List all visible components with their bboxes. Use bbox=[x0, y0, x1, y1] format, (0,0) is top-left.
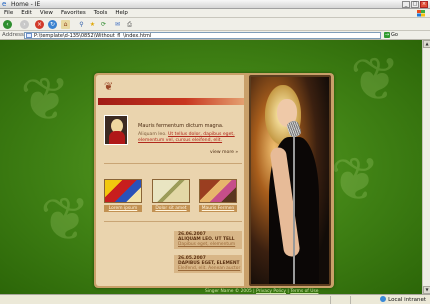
window-title: Home - IE bbox=[11, 1, 41, 8]
nav-bar bbox=[98, 98, 244, 105]
menu-bar: File Edit View Favorites Tools Help bbox=[0, 9, 430, 18]
mail-icon[interactable]: ✉ bbox=[113, 20, 122, 29]
menu-help[interactable]: Help bbox=[111, 9, 132, 16]
window-controls: _ □ × bbox=[402, 1, 428, 8]
favorites-icon[interactable]: ★ bbox=[88, 20, 97, 29]
page-icon bbox=[26, 33, 32, 38]
stop-icon[interactable]: × bbox=[35, 20, 44, 29]
status-bar: Local intranet bbox=[0, 294, 430, 304]
gallery-link-1[interactable]: Lorem ipsum bbox=[104, 205, 142, 212]
back-icon[interactable]: ‹ bbox=[3, 20, 12, 29]
title-bar: e Home - IE _ □ × bbox=[0, 0, 430, 9]
menu-file[interactable]: File bbox=[0, 9, 17, 16]
menu-view[interactable]: View bbox=[36, 9, 57, 16]
content-panel: ❦ Mauris fermentum dictum magna. Aliquam… bbox=[96, 75, 244, 286]
leaf-decoration-icon: ❦ bbox=[330, 145, 381, 215]
page-viewport: ❦ ❦ ❦ ❦ ❦ Mauris fermentum dictum magna.… bbox=[0, 40, 422, 294]
intro-title: Mauris fermentum dictum magna. bbox=[138, 123, 224, 129]
site-card: ❦ Mauris fermentum dictum magna. Aliquam… bbox=[94, 73, 334, 288]
go-button[interactable]: → Go bbox=[384, 32, 400, 39]
gallery-link-3[interactable]: Mauris Fermen bbox=[199, 205, 237, 212]
singer-photo bbox=[249, 75, 331, 286]
address-value: P:\template\d-135\0852\Without_fl_\index… bbox=[34, 33, 152, 39]
scroll-up-icon[interactable]: ▲ bbox=[423, 40, 430, 48]
print-icon[interactable]: ⎙ bbox=[125, 20, 134, 29]
refresh-icon[interactable]: ↻ bbox=[48, 20, 57, 29]
menu-tools[interactable]: Tools bbox=[90, 9, 112, 16]
status-separator bbox=[330, 296, 331, 304]
intro-text: Aliquam leo. Ut tellus dolor, dapibus eg… bbox=[138, 132, 242, 144]
maximize-button[interactable]: □ bbox=[411, 1, 419, 8]
divider bbox=[104, 221, 242, 222]
singer-thumbnail bbox=[104, 115, 128, 145]
close-button[interactable]: × bbox=[420, 1, 428, 8]
news-link[interactable]: Eleifend, elit. Aenean auctor bbox=[178, 266, 240, 271]
leaf-decoration-icon: ❦ bbox=[20, 65, 71, 135]
home-icon[interactable]: ⌂ bbox=[61, 20, 70, 29]
history-icon[interactable]: ⟳ bbox=[99, 20, 108, 29]
zone-label: Local intranet bbox=[388, 297, 426, 303]
mic-stand bbox=[293, 137, 295, 284]
leaf-decoration-icon: ❦ bbox=[350, 45, 401, 115]
news-item: 26.05.2007 DAPIBUS EGET, ELEMENT Eleifen… bbox=[174, 255, 242, 273]
vertical-scrollbar[interactable]: ▲ ▼ bbox=[422, 40, 430, 294]
news-link[interactable]: Dapibus eget, elementum bbox=[178, 242, 235, 247]
gallery-link-2[interactable]: Dolor sit amet bbox=[152, 205, 190, 212]
divider bbox=[104, 163, 242, 164]
address-label: Address bbox=[2, 32, 24, 38]
search-icon[interactable]: ⚲ bbox=[77, 20, 86, 29]
intro-lead: Aliquam leo. bbox=[138, 132, 167, 137]
gallery-thumb-1[interactable] bbox=[104, 179, 142, 203]
minimize-button[interactable]: _ bbox=[402, 1, 410, 8]
scroll-down-icon[interactable]: ▼ bbox=[423, 286, 430, 294]
menu-edit[interactable]: Edit bbox=[17, 9, 36, 16]
windows-logo-icon bbox=[417, 10, 425, 17]
gallery-thumb-3[interactable] bbox=[199, 179, 237, 203]
forward-icon[interactable]: › bbox=[20, 20, 29, 29]
security-zone: Local intranet bbox=[380, 296, 426, 303]
thumb-dress bbox=[109, 131, 125, 144]
view-more-link[interactable]: view more » bbox=[210, 150, 238, 155]
address-bar: Address P:\template\d-135\0852\Without_f… bbox=[0, 31, 430, 40]
gallery-thumb-2[interactable] bbox=[152, 179, 190, 203]
butterfly-logo-icon: ❦ bbox=[104, 80, 114, 93]
address-input[interactable]: P:\template\d-135\0852\Without_fl_\index… bbox=[24, 32, 381, 39]
globe-icon bbox=[380, 296, 387, 302]
toolbar: ‹ › × ↻ ⌂ ⚲ ★ ⟳ ✉ ⎙ bbox=[0, 18, 430, 31]
news-item: 26.06.2007 ALIQUAM LEO. UT TELL Dapibus … bbox=[174, 231, 242, 249]
status-separator bbox=[350, 296, 351, 304]
go-arrow-icon: → bbox=[384, 32, 390, 38]
leaf-decoration-icon: ❦ bbox=[40, 185, 91, 255]
go-label: Go bbox=[391, 32, 398, 38]
menu-favorites[interactable]: Favorites bbox=[57, 9, 90, 16]
ie-logo-icon: e bbox=[2, 0, 7, 8]
